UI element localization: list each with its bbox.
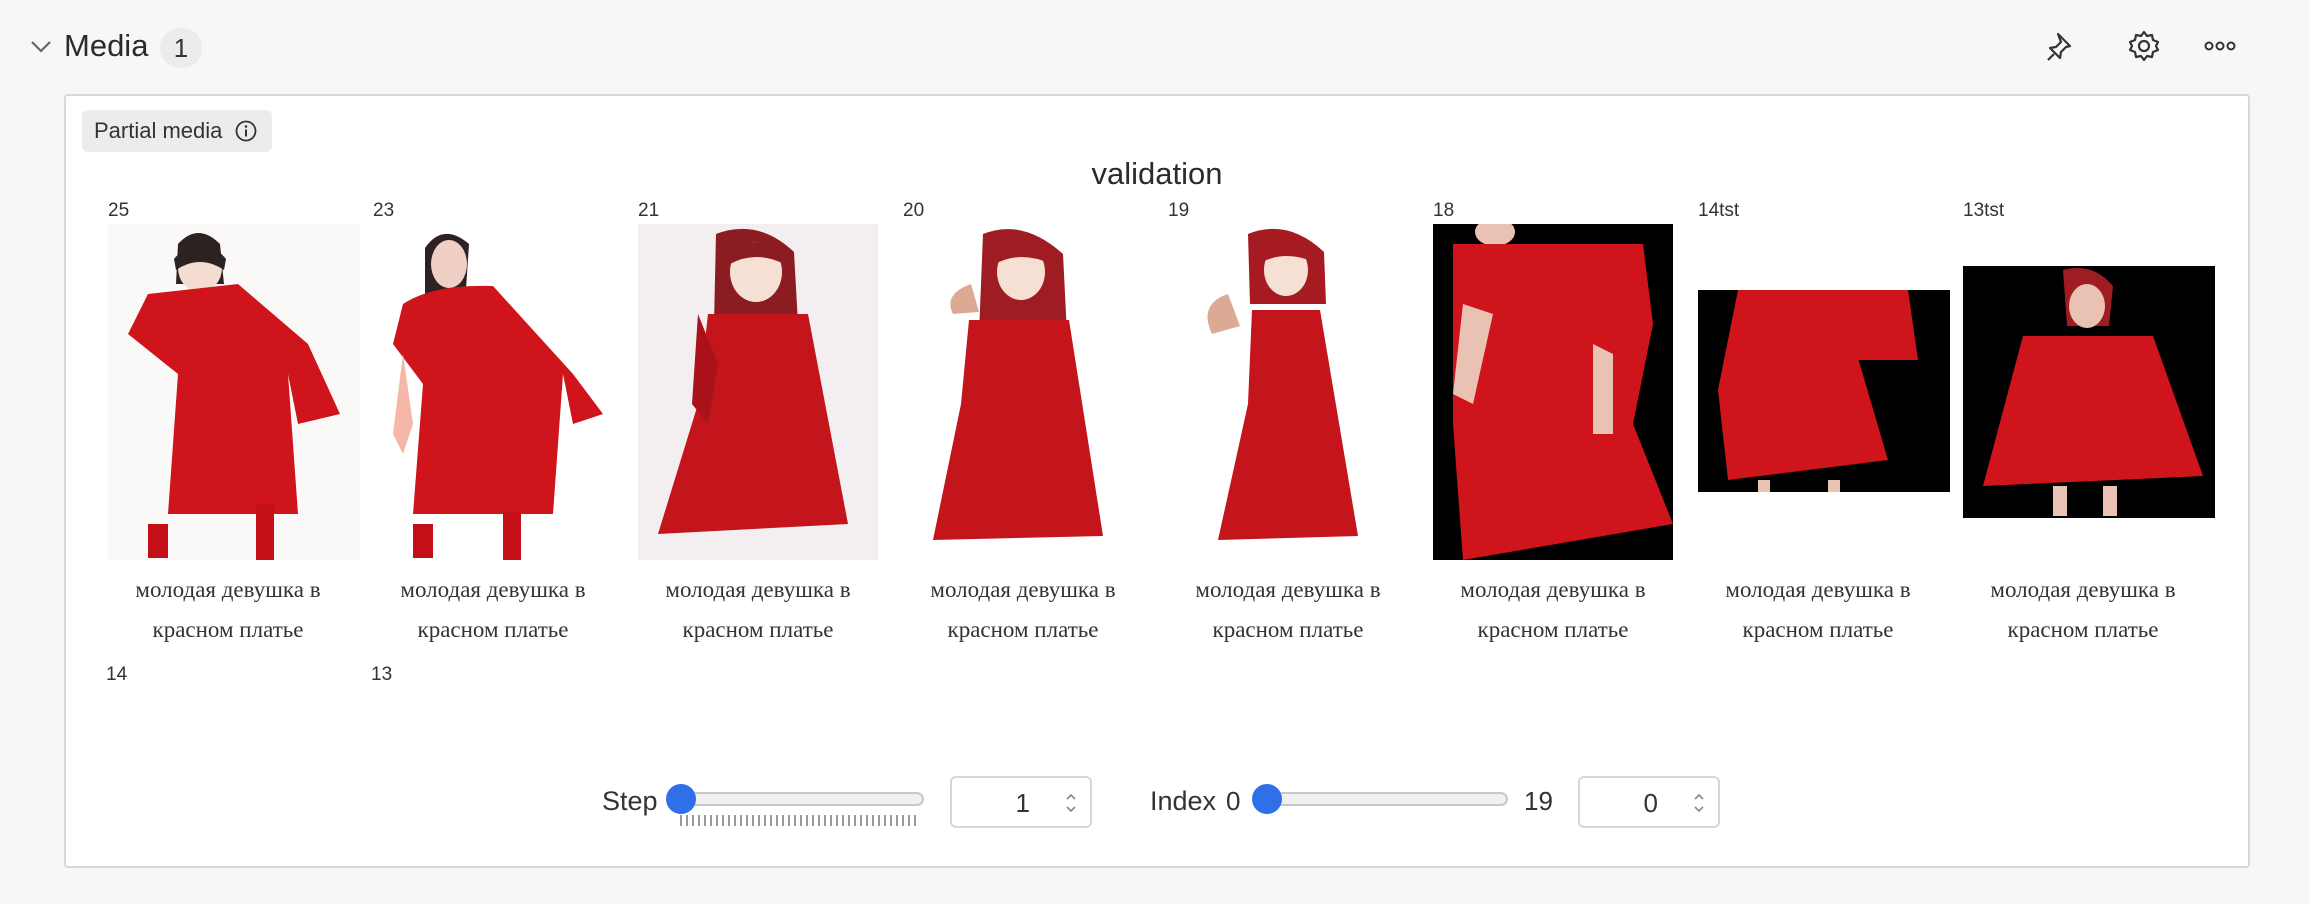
media-image[interactable] — [1963, 266, 2215, 518]
info-icon[interactable] — [234, 119, 258, 143]
media-step-label: 14 — [106, 664, 128, 685]
index-number-input[interactable]: 0 — [1578, 776, 1720, 828]
media-step-label: 19 — [1168, 200, 1190, 221]
count-badge: 1 — [160, 28, 202, 68]
media-caption: молодая девушка в красном платье — [930, 577, 1116, 642]
media-step-label: 14tst — [1698, 200, 1740, 221]
step-slider-ticks — [680, 815, 916, 826]
step-number-input[interactable]: 1 — [950, 776, 1092, 828]
index-slider-thumb[interactable] — [1252, 784, 1282, 814]
media-step-label: 23 — [373, 200, 395, 221]
media-caption: молодая девушка в красном платье — [665, 577, 851, 642]
media-image[interactable] — [1433, 224, 1673, 560]
media-cell: 19 молодая девушка в красном платье — [1160, 200, 1416, 642]
media-cell: 14tst молодая девушка в красном платье — [1690, 200, 1950, 642]
media-step-label: 13tst — [1963, 200, 2005, 221]
media-image[interactable] — [638, 224, 878, 560]
more-icon[interactable] — [2202, 28, 2238, 64]
media-step-label: 21 — [638, 200, 660, 221]
partial-media-chip[interactable]: Partial media — [82, 110, 273, 152]
media-cell: 25 молодая девушка в красном платье — [100, 200, 360, 642]
step-slider-thumb[interactable] — [666, 784, 696, 814]
media-image[interactable] — [1698, 290, 1950, 492]
media-section-title: validation — [1091, 156, 1223, 191]
media-step-label: 25 — [108, 200, 130, 221]
index-max-label: 19 — [1524, 786, 1553, 816]
media-caption: молодая девушка в красном платье — [135, 577, 321, 642]
index-label: Index — [1150, 786, 1217, 816]
step-label: Step — [602, 786, 658, 816]
gear-icon[interactable] — [2126, 28, 2162, 64]
media-cell: 20 молодая девушка в красном платье — [895, 200, 1151, 642]
media-step-label: 20 — [903, 200, 925, 221]
media-panel: Partial media validation 25 молодая деву… — [64, 94, 2250, 868]
media-cell: 18 молодая девушка в красном платье — [1425, 200, 1681, 642]
media-cell: 13tst молодая девушка в красном платье — [1955, 200, 2215, 642]
pin-icon[interactable] — [2044, 28, 2080, 64]
spinner-icon[interactable] — [1692, 790, 1706, 816]
media-image[interactable] — [903, 224, 1143, 560]
media-step-label: 13 — [371, 664, 393, 685]
media-step-label: 18 — [1433, 200, 1455, 221]
spinner-icon[interactable] — [1064, 790, 1078, 816]
media-image[interactable] — [373, 224, 625, 560]
media-cell: 21 молодая девушка в красном платье — [630, 200, 886, 642]
index-min-label: 0 — [1226, 786, 1241, 816]
media-caption: молодая девушка в красном платье — [1460, 577, 1646, 642]
partial-media-label: Partial media — [94, 118, 223, 143]
media-caption: молодая девушка в красном платье — [1990, 577, 2176, 642]
section-heading: Media — [64, 28, 149, 63]
media-caption: молодая девушка в красном платье — [1725, 577, 1911, 642]
media-caption: молодая девушка в красном платье — [400, 577, 586, 642]
media-image[interactable] — [1168, 224, 1408, 560]
chevron-down-icon[interactable] — [30, 40, 52, 54]
media-cell: 23 молодая девушка в красном платье — [365, 200, 625, 642]
media-caption: молодая девушка в красном платье — [1195, 577, 1381, 642]
media-image[interactable] — [108, 224, 360, 560]
